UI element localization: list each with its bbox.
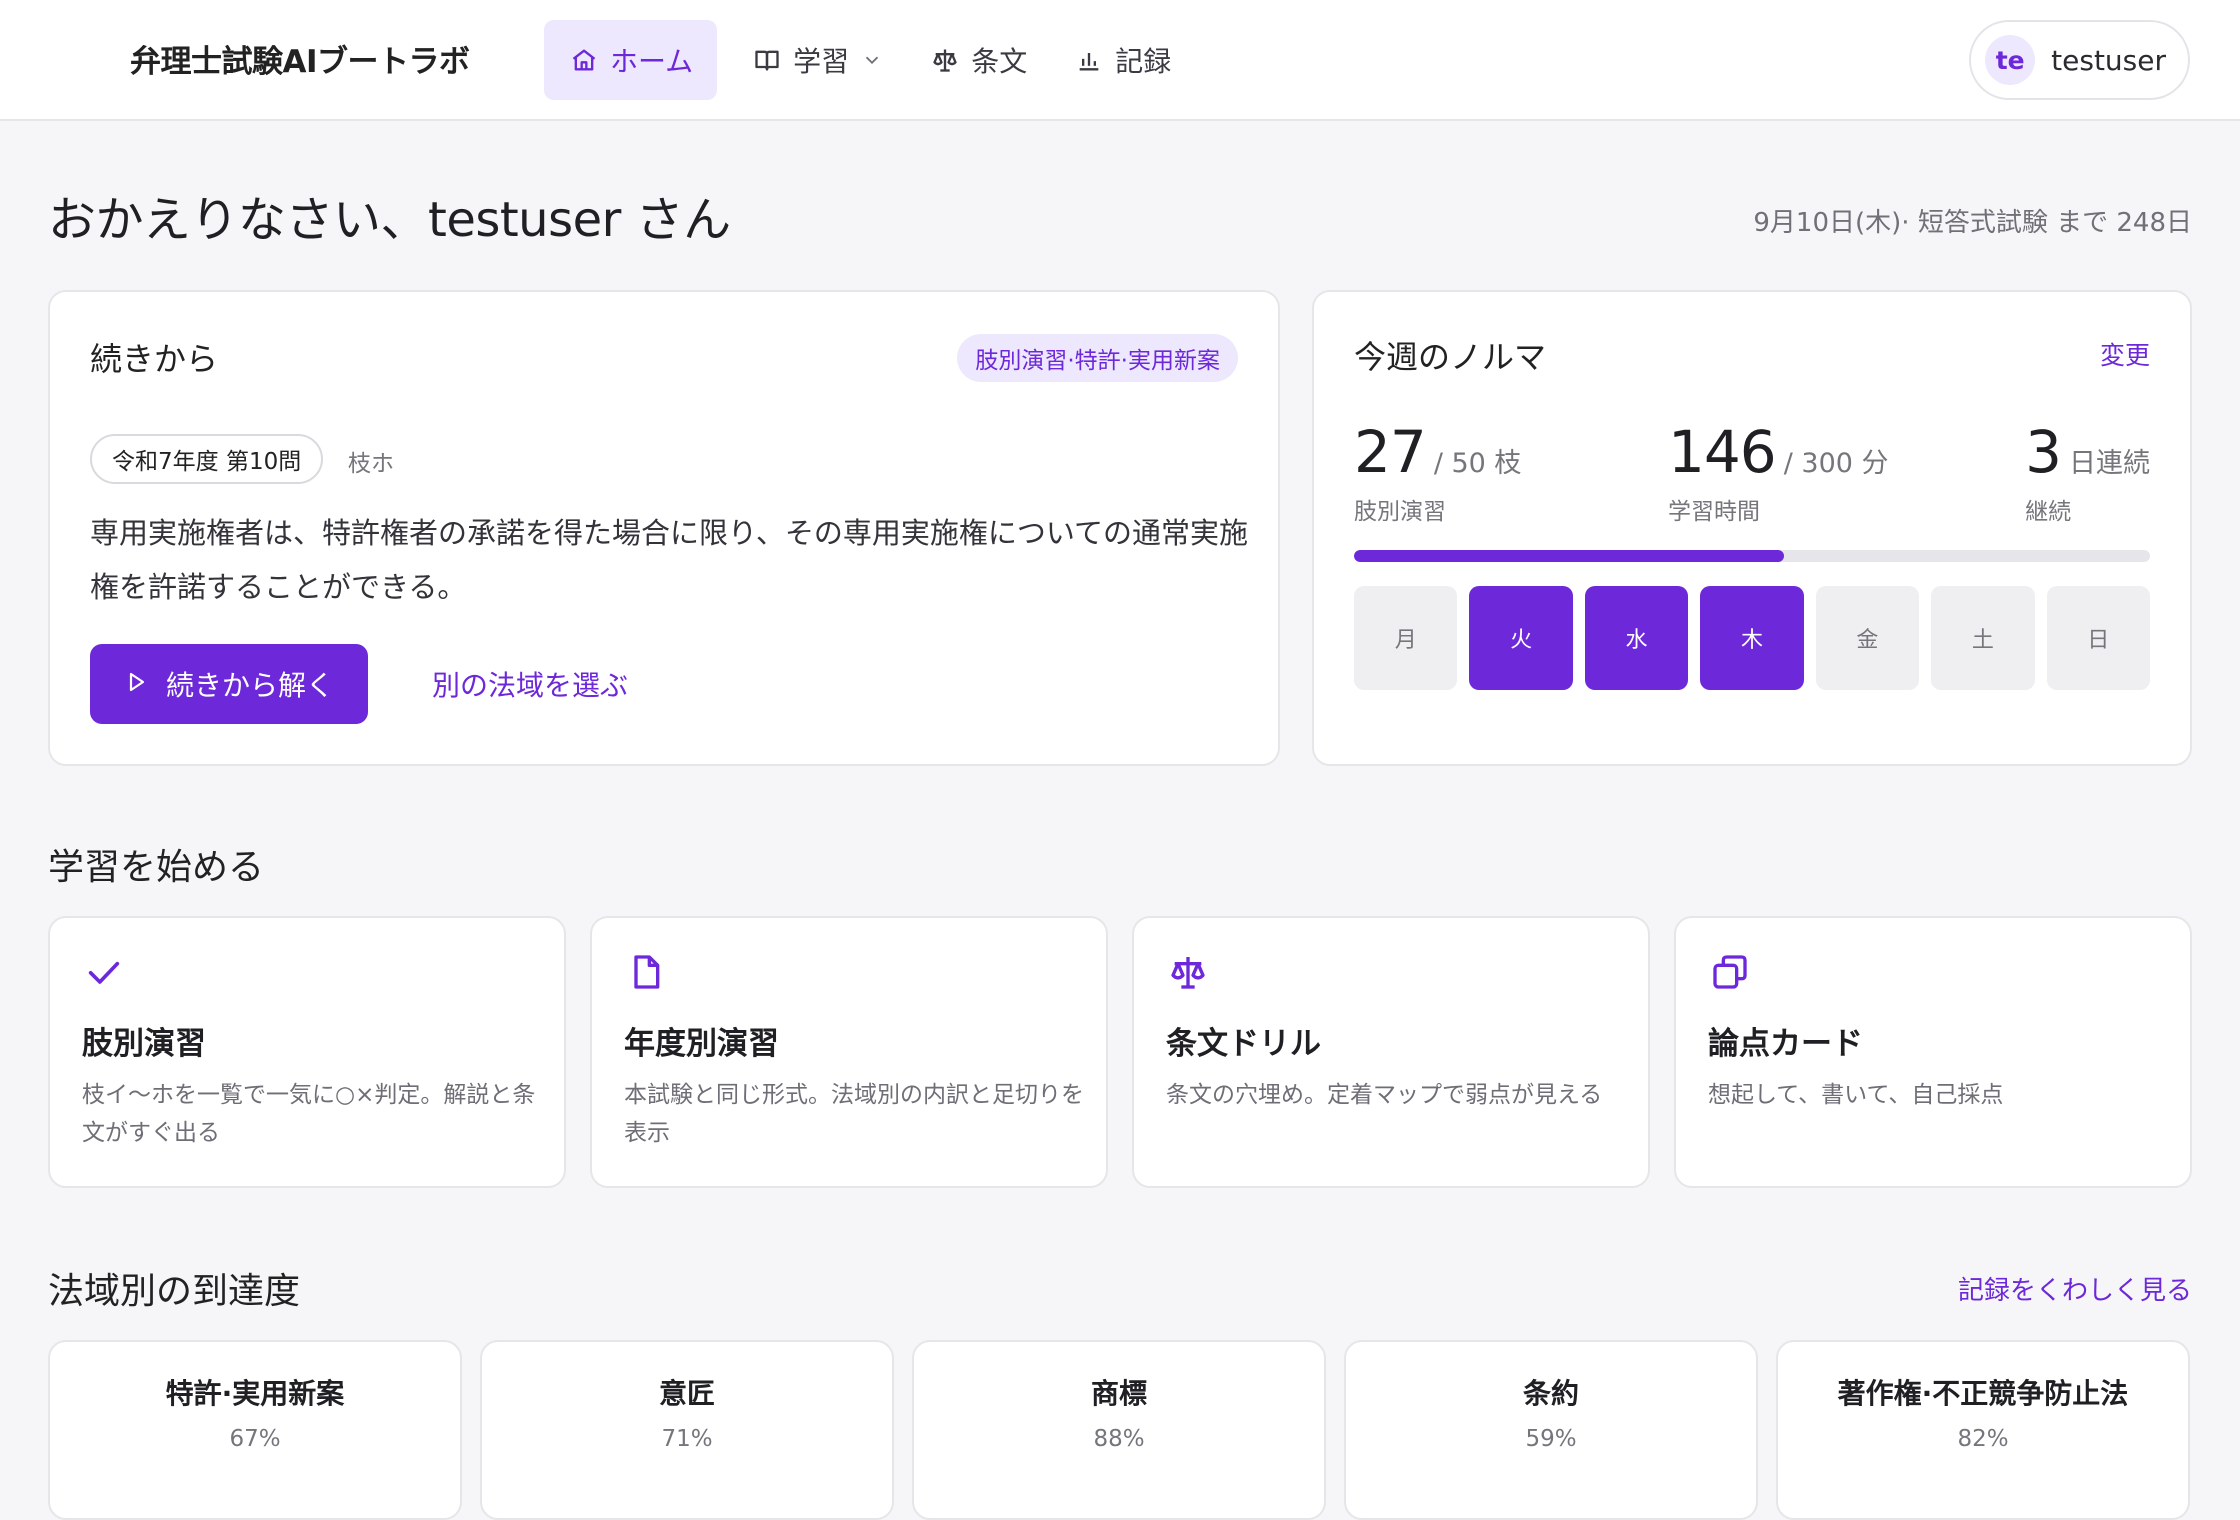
check-icon [84, 952, 124, 992]
day-fri: 金 [1815, 586, 1920, 690]
user-menu[interactable]: te testuser [1969, 20, 2190, 100]
learn-card-desc: 本試験と同じ形式。法域別の内訳と足切りを表示 [624, 1082, 1084, 1146]
learn-card-desc: 枝イ〜ホを一覧で一気に○×判定。解説と条文がすぐ出る [82, 1082, 536, 1146]
question-branch: 枝ホ [348, 451, 394, 477]
scale-icon [1168, 952, 1208, 992]
continue-solve-button[interactable]: 続きから解く [90, 644, 368, 724]
start-learning-heading: 学習を始める [48, 847, 265, 888]
stat-label: 学習時間 [1668, 499, 1760, 525]
home-icon [570, 46, 598, 74]
stat-branch-practice: 27 / 50 枝 肢別演習 [1354, 418, 1521, 526]
mastery-card-copyright[interactable]: 著作権·不正競争防止法 82% [1776, 1340, 2190, 1520]
cards-icon [1710, 952, 1750, 992]
mastery-name: 意匠 [658, 1377, 715, 1410]
main-nav: ホーム 学習 条文 記録 [544, 20, 1195, 100]
day-wed: 水 [1584, 586, 1689, 690]
book-icon [753, 46, 781, 74]
nav-home[interactable]: ホーム [544, 20, 718, 100]
stat-label: 肢別演習 [1354, 499, 1446, 525]
branch-practice-card[interactable]: 肢別演習 枝イ〜ホを一覧で一気に○×判定。解説と条文がすぐ出る [48, 916, 566, 1188]
stat-unit: / 300 分 [1783, 448, 1889, 479]
weekly-quota-card: 今週のノルマ 変更 27 / 50 枝 肢別演習 146 / 300 分 学習時… [1312, 290, 2192, 766]
choose-domain-link[interactable]: 別の法域を選ぶ [432, 664, 628, 704]
stat-unit: / 50 枝 [1433, 448, 1522, 479]
nav-study[interactable]: 学習 [729, 20, 907, 100]
day-sun: 日 [2046, 586, 2150, 690]
mastery-percent: 71% [661, 1426, 713, 1452]
mastery-heading: 法域別の到達度 [48, 1271, 301, 1312]
mastery-card-design[interactable]: 意匠 71% [480, 1340, 894, 1520]
mastery-percent: 59% [1525, 1426, 1577, 1452]
article-drill-card[interactable]: 条文ドリル 条文の穴埋め。定着マップで弱点が見える [1132, 916, 1650, 1188]
stat-value: 146 [1668, 418, 1777, 486]
scale-icon [931, 46, 959, 74]
mastery-name: 特許·実用新案 [165, 1377, 345, 1410]
learn-card-title: 条文ドリル [1166, 1026, 1321, 1062]
play-icon [124, 668, 148, 701]
welcome-heading: おかえりなさい、testuser さん [48, 192, 731, 248]
mastery-name: 著作権·不正競争防止法 [1837, 1377, 2129, 1410]
yearly-practice-card[interactable]: 年度別演習 本試験と同じ形式。法域別の内訳と足切りを表示 [590, 916, 1108, 1188]
mastery-card-treaty[interactable]: 条約 59% [1344, 1340, 1758, 1520]
stat-unit: 日連続 [2069, 448, 2150, 479]
nav-articles-label: 条文 [971, 45, 1028, 78]
nav-records-label: 記録 [1115, 45, 1172, 78]
question-tag: 令和7年度 第10問 [90, 434, 324, 484]
exam-countdown: 9月10日(木)· 短答式試験 まで 248日 [1753, 208, 2192, 238]
stat-label: 継続 [2025, 499, 2072, 525]
quota-progress-bar [1354, 550, 2150, 562]
nav-records[interactable]: 記録 [1051, 20, 1195, 100]
quota-title: 今週のノルマ [1354, 338, 1547, 376]
mastery-percent: 88% [1093, 1426, 1145, 1452]
app-brand[interactable]: 弁理士試験AIブートラボ [130, 36, 470, 81]
top-navigation-bar: 弁理士試験AIブートラボ ホーム 学習 条文 記録 te testuser [0, 0, 2240, 121]
mastery-name: 条約 [1522, 1377, 1579, 1410]
records-detail-link[interactable]: 記録をくわしく見る [1958, 1270, 2192, 1307]
learn-card-title: 論点カード [1708, 1026, 1863, 1062]
domain-badge: 肢別演習·特許·実用新案 [957, 334, 1238, 382]
avatar: te [1985, 35, 2036, 85]
quota-progress-fill [1354, 550, 1784, 562]
weekday-tracker: 月 火 水 木 金 土 日 [1354, 586, 2150, 690]
learn-card-title: 肢別演習 [82, 1026, 206, 1062]
continue-solve-label: 続きから解く [165, 669, 334, 702]
nav-study-label: 学習 [793, 45, 850, 78]
learn-card-title: 年度別演習 [624, 1026, 779, 1062]
change-quota-link[interactable]: 変更 [2100, 336, 2150, 372]
continue-title: 続きから [90, 340, 219, 378]
stat-value: 3 [2025, 418, 2062, 486]
day-tue: 火 [1469, 586, 1573, 690]
day-sat: 土 [1931, 586, 2035, 690]
stat-streak: 3 日連続 継続 [2025, 418, 2150, 526]
mastery-percent: 67% [229, 1426, 281, 1452]
day-mon: 月 [1354, 586, 1458, 690]
user-name: testuser [2051, 43, 2166, 77]
document-icon [626, 952, 666, 992]
stat-value: 27 [1354, 418, 1427, 486]
mastery-card-patent[interactable]: 特許·実用新案 67% [48, 1340, 462, 1520]
nav-articles[interactable]: 条文 [907, 20, 1051, 100]
day-thu: 木 [1700, 586, 1804, 690]
bar-chart-icon [1075, 46, 1103, 74]
continue-card: 続きから 肢別演習·特許·実用新案 令和7年度 第10問 枝ホ 専用実施権者は、… [48, 290, 1280, 766]
mastery-name: 商標 [1090, 1377, 1147, 1410]
issue-cards-card[interactable]: 論点カード 想起して、書いて、自己採点 [1674, 916, 2192, 1188]
mastery-card-trademark[interactable]: 商標 88% [912, 1340, 1326, 1520]
learn-card-desc: 想起して、書いて、自己採点 [1708, 1082, 2004, 1108]
nav-home-label: ホーム [610, 45, 694, 78]
question-text: 専用実施権者は、特許権者の承諾を得た場合に限り、その専用実施権についての通常実施… [90, 516, 1248, 604]
stat-study-time: 146 / 300 分 学習時間 [1668, 418, 1889, 526]
learn-card-desc: 条文の穴埋め。定着マップで弱点が見える [1166, 1082, 1603, 1108]
chevron-down-icon [861, 49, 883, 71]
mastery-percent: 82% [1957, 1426, 2009, 1452]
